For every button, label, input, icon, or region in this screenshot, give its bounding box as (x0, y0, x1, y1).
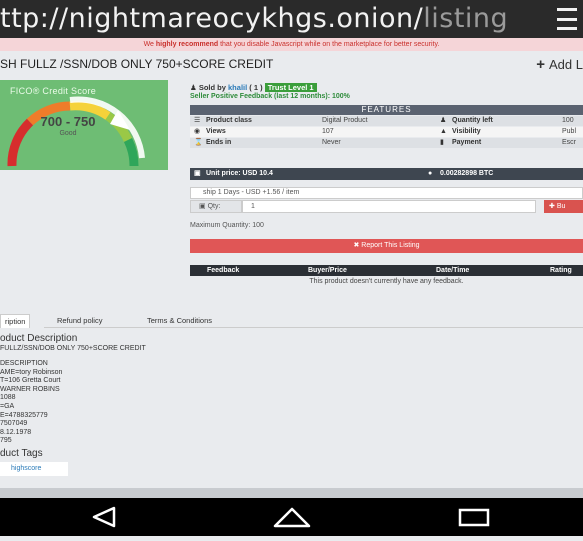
price-bar: ▣ Unit price: USD 10.4 ● 0.00282898 BTC (190, 168, 583, 180)
product-description-heading: oduct Description (0, 333, 78, 344)
description-line: WARNER ROBINS (0, 385, 60, 393)
plus-icon: + (536, 56, 546, 73)
quantity-input[interactable]: 1 (242, 200, 536, 213)
max-quantity: Maximum Quantity: 100 (190, 222, 264, 229)
description-line: DESCRIPTION (0, 360, 48, 367)
feedback-table-header: Feedback Buyer/Price Date/Time Rating (190, 265, 583, 276)
cart-icon: ▣ (199, 203, 206, 210)
seller-info: ♟ Sold by khalil ( 1 ) Trust Level 1 (190, 83, 317, 92)
buy-icon: ✚ (549, 203, 555, 210)
warning-icon: ✖ (353, 242, 360, 249)
features-row: ☰ Product class Digital Product ♟ Quanti… (190, 116, 583, 126)
product-description-body: DESCRIPTION AME=tory Robinson T=106 Gret… (0, 360, 62, 446)
description-line: E=4788325779 (0, 411, 48, 419)
shipping-select[interactable]: ship 1 Days - USD +1.56 / item (190, 187, 583, 199)
features-row: ◉ Views 107 ▲ Visibility Publ (190, 127, 583, 137)
bitcoin-icon: ● (428, 170, 433, 177)
user-icon: ♟ (190, 83, 197, 92)
list-icon: ☰ (194, 117, 201, 124)
tag-link[interactable]: highscore (0, 462, 68, 476)
back-icon[interactable] (74, 498, 134, 536)
description-line: 8.12.1978 (0, 428, 32, 436)
money-icon: ▣ (194, 170, 201, 177)
home-icon[interactable] (262, 498, 322, 536)
description-line: 7507049 (0, 420, 28, 428)
add-to-list-button[interactable]: + Add L (536, 56, 583, 73)
address-text[interactable]: ttp://nightmareocykhgs.onion/listing (0, 3, 508, 34)
score-rating: Good (59, 130, 77, 137)
description-tabs: ription Refund policy Terms & Conditions (0, 314, 583, 328)
unit-price: Unit price: USD 10.4 (206, 170, 273, 177)
feedback-empty-message: This product doesn't currently have any … (309, 278, 464, 285)
tab-terms-conditions[interactable]: Terms & Conditions (147, 314, 212, 328)
description-line: T=106 Gretta Court (0, 377, 61, 385)
seller-name-link[interactable]: khalil (228, 83, 247, 92)
features-heading: FEATURES (190, 105, 583, 115)
score-range: 700 - 750 (40, 114, 96, 129)
description-line: 1088 (0, 394, 16, 402)
buy-button[interactable]: ✚ Bu (544, 200, 583, 213)
tab-description[interactable]: ription (0, 314, 31, 328)
btc-price: 0.00282898 BTC (440, 170, 494, 177)
card-icon: ▮ (440, 139, 444, 146)
lock-icon: ▲ (440, 128, 447, 135)
seller-feedback: Seller Positive Feedback (last 12 months… (190, 93, 350, 100)
quantity-label: ▣ Qty: (190, 200, 242, 213)
eye-icon: ◉ (194, 128, 201, 135)
trust-level-badge: Trust Level 1 (264, 83, 317, 92)
listing-title: SH FULLZ /SSN/DOB ONLY 750+SCORE CREDIT (0, 57, 274, 71)
hourglass-icon: ⌛ (194, 139, 203, 146)
description-line: AME=tory Robinson (0, 368, 63, 376)
people-icon: ♟ (440, 117, 447, 124)
hamburger-menu-icon[interactable] (553, 8, 577, 30)
browser-url-bar[interactable]: ttp://nightmareocykhgs.onion/listing (0, 0, 583, 38)
quantity-row: ▣ Qty: 1 ✚ Bu (190, 200, 583, 213)
recents-icon[interactable] (444, 498, 504, 536)
report-listing-button[interactable]: ✖ Report This Listing (190, 239, 583, 253)
features-row: ⌛ Ends in Never ▮ Payment Escr (190, 138, 583, 148)
product-tags-heading: duct Tags (0, 448, 43, 459)
description-line: 795 (0, 437, 12, 445)
description-line: =GA (0, 402, 15, 410)
product-image: FICO® Credit Score 700 - 750 Good (0, 80, 168, 170)
android-nav-bar (0, 498, 583, 536)
page-footer (0, 488, 583, 498)
javascript-warning-banner: We highly recommend that you disable Jav… (0, 38, 583, 51)
tabs-divider (44, 327, 583, 328)
tab-refund-policy[interactable]: Refund policy (57, 314, 102, 328)
product-description-subtitle: FULLZ/SSN/DOB ONLY 750+SCORE CREDIT (0, 345, 146, 352)
